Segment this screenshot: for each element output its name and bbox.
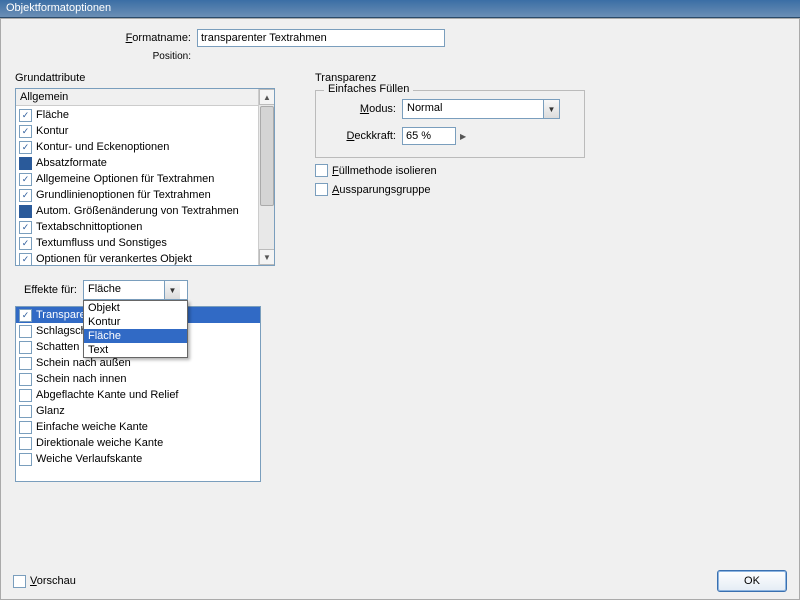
list-item[interactable]: ✓Allgemeine Optionen für Textrahmen [16,171,260,187]
isolate-label: Füllmethode isolieren [332,165,437,177]
list-item[interactable]: ✓Textabschnittoptionen [16,219,260,235]
fx-row[interactable]: Direktionale weiche Kante [16,435,260,451]
list-item[interactable]: Autom. Größenänderung von Textrahmen [16,203,260,219]
modus-dropdown[interactable]: Normal ▼ [402,99,560,119]
list-item[interactable]: Absatzformate [16,155,260,171]
triangle-right-icon[interactable]: ▶ [460,132,466,141]
fx-row[interactable]: Glanz [16,403,260,419]
check-icon[interactable] [19,453,32,466]
check-icon[interactable]: ✓ [19,109,32,122]
scroll-thumb[interactable] [260,106,274,206]
vorschau-checkbox[interactable] [13,575,26,588]
check-icon[interactable] [19,325,32,338]
check-icon[interactable]: ✓ [19,189,32,202]
knockout-checkbox[interactable] [315,183,328,196]
grundattribute-heading: Grundattribute [15,72,285,84]
list-item[interactable]: ✓Kontur [16,123,260,139]
position-label: Position: [97,51,197,62]
check-icon[interactable] [19,157,32,170]
fx-row[interactable]: Weiche Verlaufskante [16,451,260,467]
isolate-checkbox[interactable] [315,164,328,177]
list-item[interactable]: ✓Fläche [16,107,260,123]
deckkraft-label: Deckkraft: [326,130,402,142]
window-title: Objektformatoptionen [6,2,111,14]
check-icon[interactable] [19,389,32,402]
modus-label: Modus: [326,103,402,115]
list-item[interactable]: ✓Optionen für verankertes Objekt [16,251,260,266]
einfaches-fuellen-legend: Einfaches Füllen [324,83,413,95]
check-icon[interactable]: ✓ [19,125,32,138]
formatname-label: Formatname: [97,32,197,44]
scroll-down-icon[interactable]: ▼ [259,249,275,265]
deckkraft-input[interactable] [402,127,456,145]
einfaches-fuellen-group: Einfaches Füllen Modus: Normal ▼ Deckkra… [315,90,585,158]
modus-value: Normal [403,100,543,118]
check-icon[interactable]: ✓ [19,221,32,234]
ok-button[interactable]: OK [717,570,787,592]
fx-row[interactable]: Einfache weiche Kante [16,419,260,435]
scroll-up-icon[interactable]: ▲ [259,89,275,105]
effekte-fuer-label: Effekte für: [15,284,83,296]
effekte-fuer-options: Objekt Kontur Fläche Text [83,300,188,358]
window-titlebar: Objektformatoptionen [0,0,800,18]
list-item[interactable]: ✓Textumfluss und Sonstiges [16,235,260,251]
check-icon[interactable]: ✓ [19,237,32,250]
check-icon[interactable]: ✓ [19,309,32,322]
dialog-body: Formatname: Position: Grundattribute All… [0,18,800,600]
knockout-label: Aussparungsgruppe [332,184,430,196]
list-item[interactable]: ✓Kontur- und Eckenoptionen [16,139,260,155]
chevron-down-icon[interactable]: ▼ [543,100,559,118]
check-icon[interactable] [19,357,32,370]
list-item[interactable]: ✓Grundlinienoptionen für Textrahmen [16,187,260,203]
check-icon[interactable] [19,341,32,354]
check-icon[interactable] [19,421,32,434]
check-icon[interactable] [19,373,32,386]
formatname-input[interactable] [197,29,445,47]
effekte-fuer-dropdown[interactable]: Fläche ▼ Objekt Kontur Fläche Text [83,280,188,300]
grundattribute-list-header: Allgemein [16,89,274,106]
dropdown-option-flaeche[interactable]: Fläche [84,329,187,343]
check-icon[interactable] [19,405,32,418]
check-icon[interactable]: ✓ [19,173,32,186]
grundattribute-listbox[interactable]: Allgemein ✓Fläche ✓Kontur ✓Kontur- und E… [15,88,275,266]
check-icon[interactable] [19,437,32,450]
chevron-down-icon[interactable]: ▼ [164,281,180,299]
dropdown-option-kontur[interactable]: Kontur [84,315,187,329]
check-icon[interactable] [19,205,32,218]
effekte-fuer-value: Fläche [84,281,164,299]
fx-row[interactable]: Abgeflachte Kante und Relief [16,387,260,403]
grundattribute-items: ✓Fläche ✓Kontur ✓Kontur- und Eckenoption… [16,107,260,266]
scrollbar-vertical[interactable]: ▲ ▼ [258,89,274,265]
vorschau-label: Vorschau [30,575,76,587]
check-icon[interactable]: ✓ [19,253,32,266]
dropdown-option-text[interactable]: Text [84,343,187,357]
dropdown-option-objekt[interactable]: Objekt [84,301,187,315]
fx-row[interactable]: Schein nach innen [16,371,260,387]
check-icon[interactable]: ✓ [19,141,32,154]
